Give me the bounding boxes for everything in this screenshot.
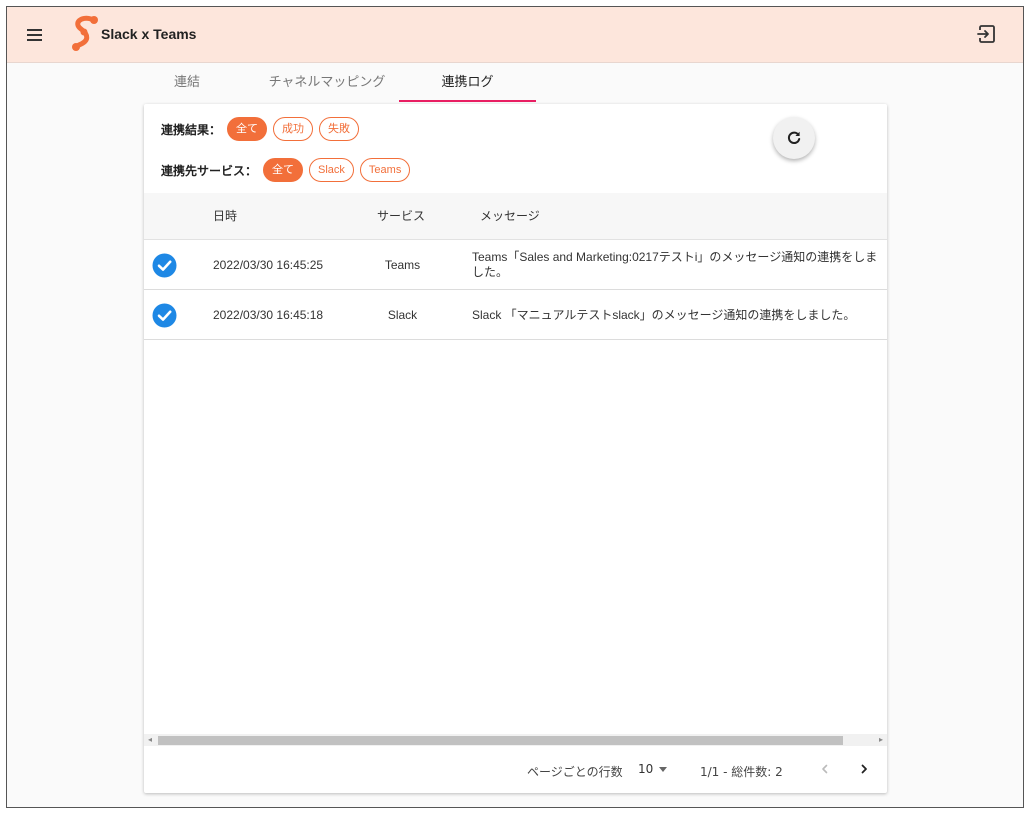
service-chip-slack[interactable]: Slack [309, 158, 354, 182]
app-bar: Slack x Teams [7, 7, 1023, 63]
next-page-button[interactable] [853, 758, 875, 780]
table-header: 日時 サービス メッセージ [144, 193, 887, 240]
menu-icon[interactable] [25, 24, 45, 44]
pagination-footer: ページごとの行数 10 1/1 - 総件数: 2 [144, 746, 887, 793]
refresh-icon [787, 131, 801, 144]
tab-connect[interactable]: 連結 [157, 63, 217, 103]
check-circle-icon[interactable] [152, 253, 177, 278]
column-header-time[interactable]: 日時 [213, 193, 237, 240]
tab-sync-log[interactable]: 連携ログ [399, 63, 536, 103]
chevron-left-icon [822, 764, 828, 774]
result-chip-all[interactable]: 全て [227, 117, 268, 141]
app-logo [72, 15, 98, 51]
tab-channel-mapping[interactable]: チャネルマッピング [262, 63, 392, 103]
prev-page-button[interactable] [814, 758, 836, 780]
logout-icon[interactable] [975, 23, 997, 45]
rows-per-page-value: 10 [638, 762, 654, 776]
rows-per-page-select[interactable]: 10 [638, 759, 668, 779]
row-service: Slack [387, 308, 418, 322]
column-header-message[interactable]: メッセージ [480, 193, 540, 240]
horizontal-scrollbar[interactable]: ◂ ▸ [144, 734, 887, 746]
scrollbar-thumb[interactable] [158, 736, 843, 745]
rows-per-page-label: ページごとの行数 [527, 765, 623, 779]
row-time: 2022/03/30 16:45:25 [213, 258, 324, 272]
active-tab-indicator [399, 100, 536, 102]
row-message: Slack 「マニュアルテストslack」のメッセージ通知の連携をしました。 [472, 308, 856, 322]
check-circle-icon[interactable] [152, 303, 177, 328]
refresh-button[interactable] [773, 117, 815, 159]
service-filter-label: 連携先サービス： [161, 163, 258, 178]
service-filter: 連携先サービス： 全て Slack Teams [161, 158, 416, 182]
log-card: 連携結果： 全て 成功 失敗 連携先サービス： 全て Slack Teams 日… [144, 104, 887, 793]
result-chip-success[interactable]: 成功 [273, 117, 314, 141]
column-header-service[interactable]: サービス [377, 193, 425, 240]
result-filter-label: 連携結果： [161, 122, 222, 137]
service-chip-all[interactable]: 全て [263, 158, 304, 182]
table-row[interactable]: 2022/03/30 16:45:25 Teams Teams「Sales an… [144, 241, 887, 290]
scroll-right-arrow-icon[interactable]: ▸ [875, 734, 887, 746]
app-window: Slack x Teams 連結 チャネルマッピング 連携ログ 連携結果： 全て… [6, 6, 1024, 808]
scroll-left-arrow-icon[interactable]: ◂ [144, 734, 156, 746]
tab-bar: 連結 チャネルマッピング 連携ログ [7, 63, 1023, 105]
row-time: 2022/03/30 16:45:18 [213, 308, 324, 322]
app-title: Slack x Teams [101, 26, 197, 42]
table-row[interactable]: 2022/03/30 16:45:18 Slack Slack 「マニュアルテス… [144, 291, 887, 340]
page-range-text: 1/1 - 総件数: 2 [700, 765, 783, 779]
service-chip-teams[interactable]: Teams [359, 158, 411, 182]
chevron-right-icon [861, 764, 867, 774]
result-filter: 連携結果： 全て 成功 失敗 [161, 117, 365, 141]
result-chip-failure[interactable]: 失敗 [319, 117, 360, 141]
row-service: Teams [384, 258, 421, 272]
row-message: Teams「Sales and Marketing:0217テストi」のメッセー… [472, 250, 878, 279]
chevron-down-icon [659, 766, 668, 772]
